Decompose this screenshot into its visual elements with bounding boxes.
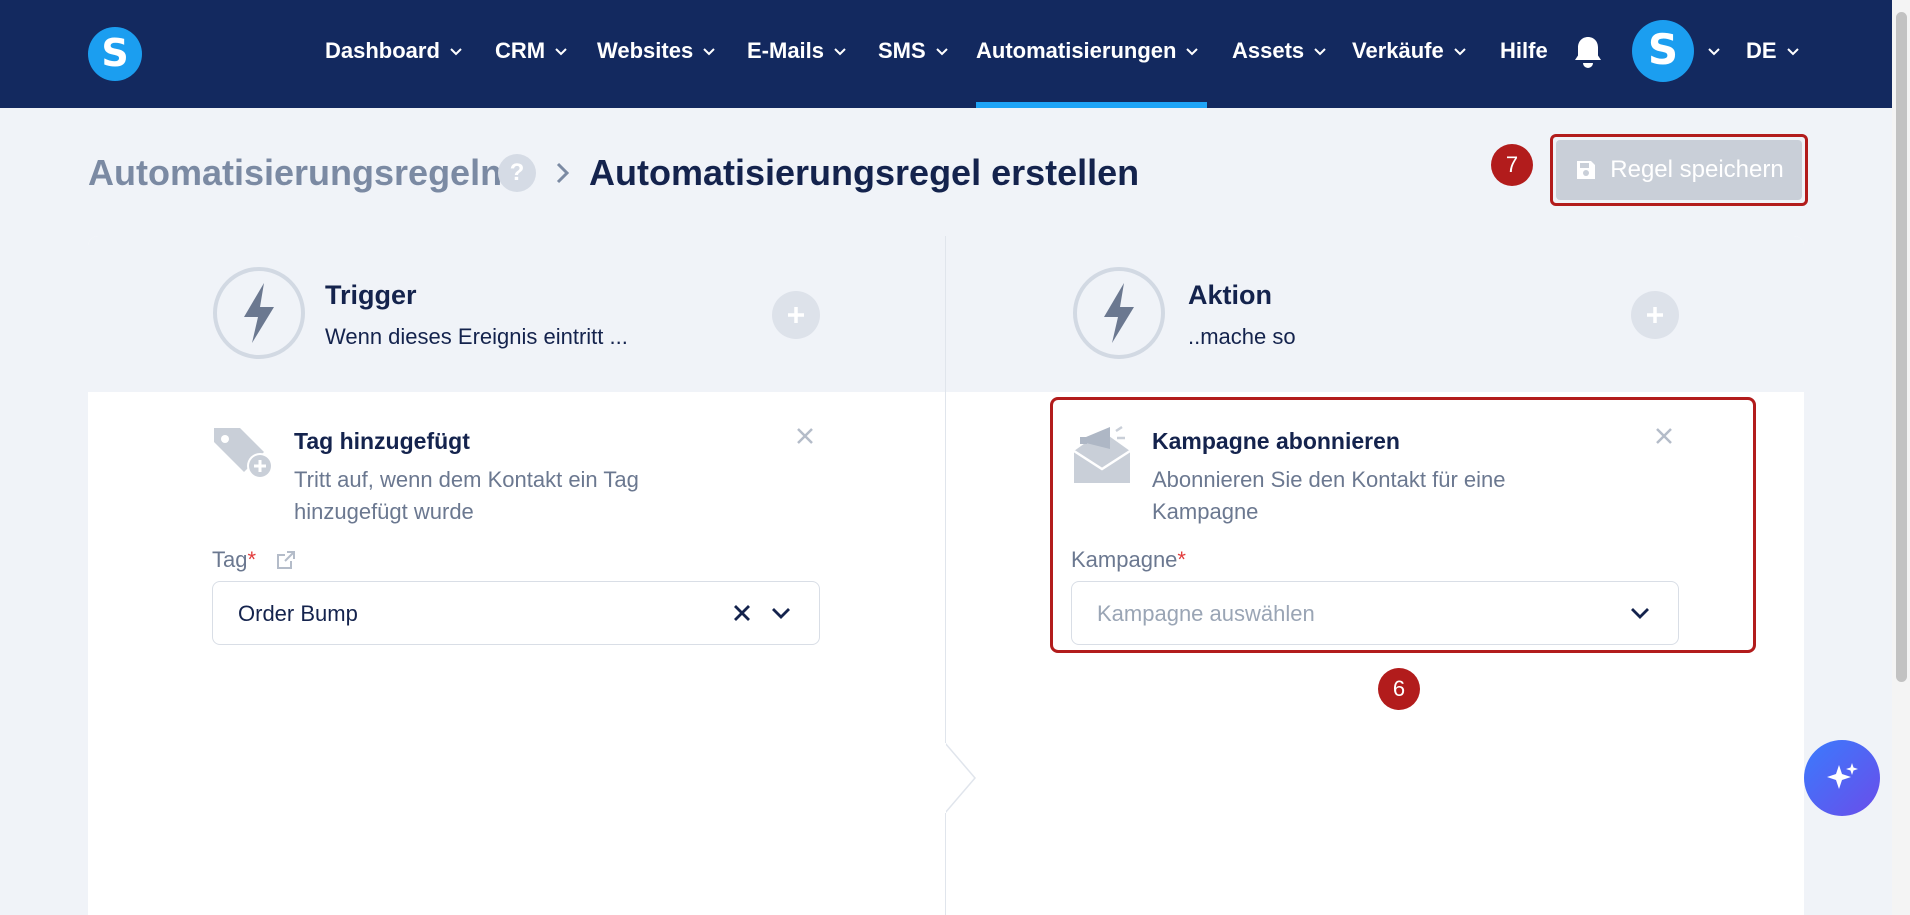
chevron-down-icon xyxy=(834,48,846,56)
chevron-right-icon xyxy=(556,162,570,184)
nav-dashboard[interactable]: Dashboard xyxy=(325,36,464,66)
nav-automatisierungen[interactable]: Automatisierungen xyxy=(976,36,1200,66)
nav-hilfe[interactable]: Hilfe xyxy=(1500,36,1548,66)
clear-icon[interactable] xyxy=(731,602,753,624)
chevron-down-icon[interactable] xyxy=(769,601,793,625)
add-trigger-button[interactable] xyxy=(772,291,820,339)
active-nav-indicator xyxy=(976,102,1207,108)
chevron-down-icon xyxy=(1454,48,1466,56)
add-action-button[interactable] xyxy=(1631,291,1679,339)
chevron-down-icon[interactable] xyxy=(1706,43,1722,59)
page-title: Automatisierungsregel erstellen xyxy=(589,152,1140,193)
breadcrumb-root[interactable]: Automatisierungsregeln xyxy=(88,152,502,194)
tag-add-icon xyxy=(214,428,273,479)
chevron-down-icon xyxy=(703,48,715,56)
trigger-title: Trigger xyxy=(325,280,417,310)
tag-select-value: Order Bump xyxy=(238,601,358,626)
tag-field-label: Tag* xyxy=(212,547,257,572)
close-icon[interactable] xyxy=(795,426,815,446)
action-subtitle: ..mache so xyxy=(1188,324,1296,349)
avatar[interactable]: S xyxy=(1632,20,1694,82)
panel-header xyxy=(88,236,1804,392)
nav-verkaeufe[interactable]: Verkäufe xyxy=(1352,36,1468,66)
step-badge-6: 6 xyxy=(1378,668,1420,710)
nav-websites[interactable]: Websites xyxy=(597,36,717,66)
trigger-card-title: Tag hinzugefügt xyxy=(294,428,470,454)
top-navbar: S Dashboard CRM Websites E-Mails SMS Aut… xyxy=(0,0,1892,108)
bell-icon[interactable] xyxy=(1572,34,1604,70)
action-lightning-icon xyxy=(1073,267,1165,359)
tag-select[interactable]: Order Bump xyxy=(212,581,820,645)
sparkle-icon xyxy=(1827,763,1858,789)
nav-sms[interactable]: SMS xyxy=(878,36,950,66)
chevron-down-icon xyxy=(1786,48,1799,56)
chevron-down-icon xyxy=(935,48,948,56)
action-title: Aktion xyxy=(1188,280,1272,310)
save-icon xyxy=(1577,161,1596,179)
ai-assistant-button[interactable] xyxy=(1804,740,1880,816)
chevron-down-icon xyxy=(450,48,462,56)
flow-arrow-icon xyxy=(945,743,976,813)
trigger-card-description: Tritt auf, wenn dem Kontakt ein Tag hinz… xyxy=(294,467,639,524)
column-divider xyxy=(945,236,946,915)
plus-icon xyxy=(1647,307,1663,323)
trigger-subtitle: Wenn dieses Ereignis eintritt ... xyxy=(325,324,628,349)
nav-crm[interactable]: CRM xyxy=(495,36,569,66)
trigger-lightning-icon xyxy=(213,267,305,359)
nav-emails[interactable]: E-Mails xyxy=(747,36,848,66)
app-logo[interactable]: S xyxy=(88,27,142,81)
language-switch[interactable]: DE xyxy=(1746,36,1801,66)
nav-assets[interactable]: Assets xyxy=(1232,36,1328,66)
plus-icon xyxy=(788,307,804,323)
chevron-down-icon xyxy=(1186,48,1199,56)
chevron-down-icon xyxy=(1314,48,1326,56)
step-badge-7: 7 xyxy=(1491,144,1533,186)
action-highlight xyxy=(1050,397,1756,653)
scrollbar-thumb[interactable] xyxy=(1896,12,1907,682)
help-icon[interactable]: ? xyxy=(498,154,536,192)
external-link-icon[interactable] xyxy=(275,549,297,571)
save-rule-button[interactable]: Regel speichern xyxy=(1556,140,1802,200)
chevron-down-icon xyxy=(555,48,567,56)
save-highlight: Regel speichern xyxy=(1550,134,1808,206)
